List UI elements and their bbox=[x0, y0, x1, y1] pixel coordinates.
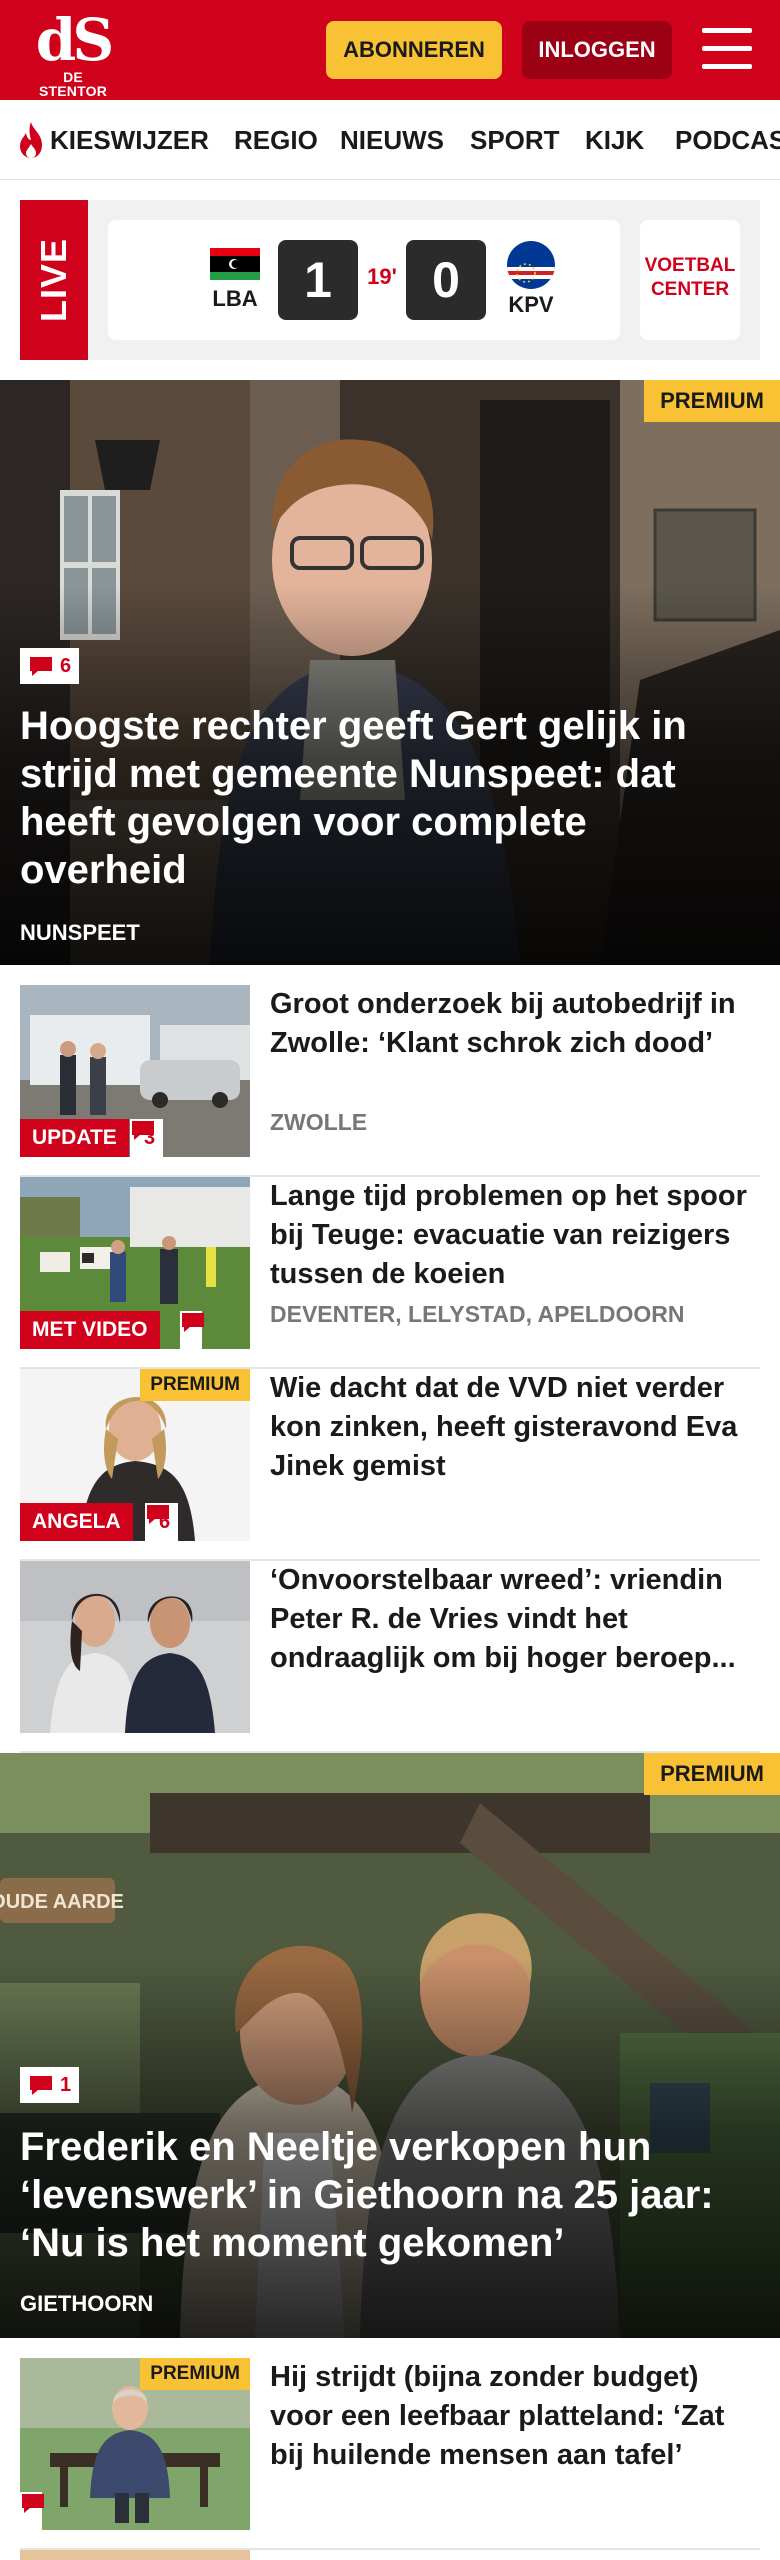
nav-item-nieuws[interactable]: NIEUWS bbox=[340, 100, 444, 179]
site-logo[interactable]: dS DE STENTOR bbox=[28, 6, 118, 98]
away-team-code: KPV bbox=[508, 292, 554, 317]
login-button[interactable]: INLOGGEN bbox=[522, 21, 672, 79]
hero-article-1[interactable]: PREMIUM 6 Hoogste rechter geeft Gert gel… bbox=[0, 380, 780, 965]
premium-badge: PREMIUM bbox=[140, 1369, 250, 1401]
comment-icon bbox=[182, 1313, 204, 1332]
article-title[interactable]: Lange tijd problemen op het spoor bij Te… bbox=[270, 1177, 750, 1294]
comment-count: 1 bbox=[60, 2073, 72, 2096]
nav-item-podcast[interactable]: PODCAS bbox=[675, 100, 780, 179]
away-score: 0 bbox=[406, 240, 486, 320]
live-label: LIVE bbox=[33, 237, 74, 323]
nav-item-regio[interactable]: REGIO bbox=[234, 100, 318, 179]
score-card[interactable]: LBA 1 19' 0 KPV bbox=[108, 220, 620, 340]
live-score-widget: LIVE LBA 1 19' 0 KPV VOETBAL CENTER bbox=[20, 200, 760, 360]
subscribe-button[interactable]: ABONNEREN bbox=[326, 21, 502, 79]
article-thumbnail: PREMIUM bbox=[20, 2358, 250, 2530]
comment-icon bbox=[147, 1505, 169, 1524]
article-title[interactable]: Wie dacht dat de VVD niet verder kon zin… bbox=[270, 1369, 750, 1486]
hamburger-icon[interactable] bbox=[702, 28, 752, 70]
article-title[interactable]: Groot onderzoek bij autobedrijf in Zwoll… bbox=[270, 985, 750, 1063]
cape-verde-flag-icon bbox=[507, 241, 555, 289]
comment-icon bbox=[30, 657, 52, 676]
article-title[interactable]: ‘Onvoorstelbaar wreed’: vriendin Peter R… bbox=[270, 1561, 750, 1678]
comment-chip: 6 bbox=[145, 1503, 179, 1541]
list-item-article[interactable]: MET VIDEO Lange tijd problemen op het sp… bbox=[20, 1177, 760, 1369]
comment-chip bbox=[20, 2492, 44, 2530]
premium-badge: PREMIUM bbox=[644, 380, 780, 422]
hero-title[interactable]: Hoogste rechter geeft Gert gelijk in str… bbox=[20, 702, 750, 894]
comment-icon bbox=[22, 2494, 44, 2513]
comment-chip: 3 bbox=[130, 1119, 164, 1157]
hero-location: GIETHOORN bbox=[20, 2291, 154, 2316]
list-item-article[interactable]: PREMIUM Hij strijdt (bijna zonder budget… bbox=[20, 2358, 760, 2550]
comment-icon bbox=[132, 1121, 154, 1140]
article-thumbnail: PREMIUM ANGELA 6 bbox=[20, 1369, 250, 1541]
comment-chip: 1 bbox=[20, 2067, 80, 2103]
comment-icon bbox=[30, 2076, 52, 2095]
live-tab[interactable]: LIVE bbox=[20, 200, 88, 360]
hero-location: NUNSPEET bbox=[20, 920, 140, 945]
article-title[interactable]: Hij strijdt (bijna zonder budget) voor e… bbox=[270, 2358, 750, 2475]
article-location: ZWOLLE bbox=[270, 1109, 368, 1135]
flame-icon bbox=[20, 122, 42, 158]
author-label: ANGELA bbox=[20, 1503, 133, 1541]
list-item-article[interactable]: ‘Onvoorstelbaar wreed’: vriendin Peter R… bbox=[20, 1561, 760, 1753]
article-thumbnail: MET VIDEO bbox=[20, 1177, 250, 1349]
hero-article-2[interactable]: OUDE AARDE PREMIUM 1 Frederik en Neeltje… bbox=[0, 1753, 780, 2338]
premium-badge: PREMIUM bbox=[644, 1753, 780, 1795]
voetbal-center-link[interactable]: VOETBAL CENTER bbox=[640, 220, 740, 340]
article-thumbnail: UPDATE 3 bbox=[20, 985, 250, 1157]
logo-mark: dS bbox=[35, 6, 114, 74]
home-team-code: LBA bbox=[212, 286, 258, 311]
logo-text: DE STENTOR bbox=[38, 69, 108, 99]
nav-item-kieswijzer[interactable]: KIESWIJZER bbox=[50, 100, 209, 179]
article-location: DEVENTER, LELYSTAD, APELDOORN bbox=[270, 1301, 685, 1327]
premium-badge: PREMIUM bbox=[140, 2358, 250, 2390]
site-header: dS DE STENTOR ABONNEREN INLOGGEN bbox=[0, 0, 780, 100]
comment-count: 6 bbox=[60, 654, 72, 677]
article-thumbnail bbox=[20, 1561, 250, 1733]
home-score: 1 bbox=[278, 240, 358, 320]
sign-text: OUDE AARDE bbox=[0, 1891, 124, 1913]
match-minute: 19' bbox=[367, 264, 397, 289]
nav-item-sport[interactable]: SPORT bbox=[470, 100, 560, 179]
comment-chip: 6 bbox=[20, 648, 80, 684]
update-label: UPDATE bbox=[20, 1119, 129, 1157]
next-article-thumbnail bbox=[20, 2550, 250, 2560]
video-label: MET VIDEO bbox=[20, 1311, 160, 1349]
article-image bbox=[20, 1561, 250, 1733]
list-item-article[interactable]: UPDATE 3 Groot onderzoek bij autobedrijf… bbox=[20, 985, 760, 1177]
hero-title[interactable]: Frederik en Neeltje verkopen hun ‘levens… bbox=[20, 2123, 750, 2267]
comment-chip bbox=[180, 1311, 204, 1349]
list-item-article[interactable]: PREMIUM ANGELA 6 Wie dacht dat de VVD ni… bbox=[20, 1369, 760, 1561]
libya-flag-icon bbox=[210, 248, 260, 280]
main-nav: KIESWIJZER REGIO NIEUWS SPORT KIJK PODCA… bbox=[0, 100, 780, 180]
nav-item-kijk[interactable]: KIJK bbox=[585, 100, 644, 179]
